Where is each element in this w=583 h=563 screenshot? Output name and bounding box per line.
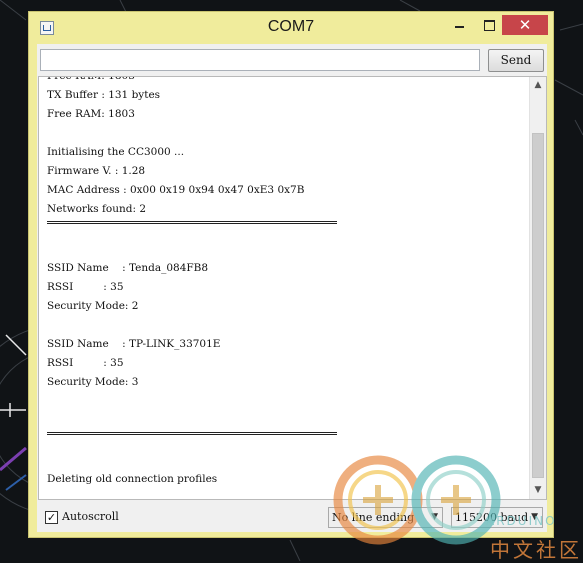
output-line: RSSI : 35 [47,281,124,293]
watermark-text-cn: 中文社区 [490,538,582,562]
output-line: MAC Address : 0x00 0x19 0x94 0x47 0xE3 0… [47,184,305,196]
scroll-up-icon[interactable]: ▲ [530,77,546,94]
output-line: Free RAM: 1803 [47,76,135,82]
window-title: COM7 [267,18,315,35]
maximize-button[interactable] [477,16,501,36]
output-line: SSID Name : TP-LINK_33701E [47,338,221,350]
output-line: SSID Name : Tenda_084FB8 [47,262,209,274]
autoscroll-label: Autoscroll [62,510,119,523]
line-ending-value: No line ending [332,511,415,524]
separator-line [47,221,337,240]
serial-monitor-window: COM7 ✕ Send Free RAM: 1803 TX Buffer : 13… [28,11,554,538]
output-line: Networks found: 2 [47,203,147,215]
serial-output[interactable]: Free RAM: 1803 TX Buffer : 131 bytes Free … [38,76,547,500]
title-bar[interactable]: COM7 ✕ [29,12,553,44]
output-line: Security Mode: 3 [47,376,139,388]
separator-line [47,432,337,451]
minimize-button[interactable] [447,16,471,36]
send-row: Send [37,44,547,76]
autoscroll-checkbox[interactable]: ✓ [45,511,58,524]
output-line: Security Mode: 2 [47,300,139,312]
window-client: Send Free RAM: 1803 TX Buffer : 131 bytes… [37,44,547,532]
checkmark-icon: ✓ [46,511,57,524]
output-line: Initialising the CC3000 ... [47,146,185,158]
output-line: TX Buffer : 131 bytes [47,89,161,101]
line-ending-select[interactable]: No line ending ▼ [328,507,443,528]
close-icon: ✕ [518,16,532,34]
output-line: Deleting old connection profiles [47,473,218,485]
scroll-thumb[interactable] [532,133,544,478]
close-button[interactable]: ✕ [502,15,548,35]
status-bar: ✓ Autoscroll No line ending ▼ 115200 bau… [37,502,547,532]
dropdown-arrow-icon: ▼ [431,512,438,522]
serial-input[interactable] [40,49,480,71]
output-line: Firmware V. : 1.28 [47,165,146,177]
send-button[interactable]: Send [488,49,544,72]
watermark-text: ARDUINO [486,514,557,528]
output-line: Free RAM: 1803 [47,108,135,120]
output-line: RSSI : 35 [47,357,124,369]
output-lines: Free RAM: 1803 TX Buffer : 131 bytes Free … [47,76,527,499]
scroll-down-icon[interactable]: ▼ [530,482,546,499]
vertical-scrollbar[interactable]: ▲ ▼ [529,77,546,499]
